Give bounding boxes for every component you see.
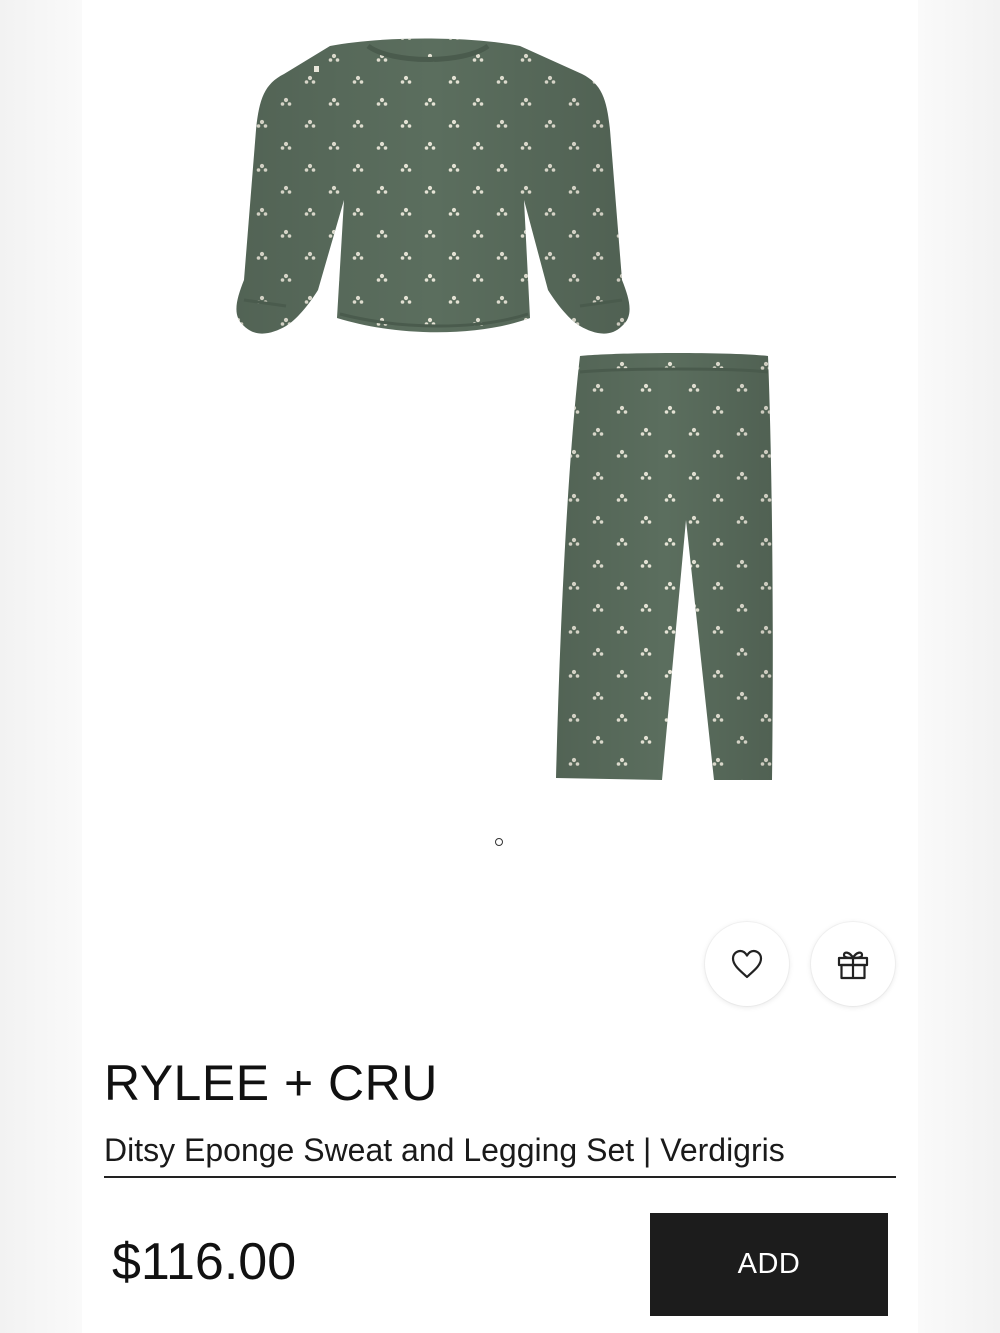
heart-icon bbox=[731, 949, 763, 979]
product-card: RYLEE + CRU Ditsy Eponge Sweat and Leggi… bbox=[82, 0, 918, 1333]
leggings-graphic bbox=[556, 353, 773, 780]
page-margin-right bbox=[918, 0, 1000, 1333]
add-to-cart-button[interactable]: ADD bbox=[650, 1213, 888, 1316]
sweatshirt-graphic bbox=[236, 38, 630, 334]
wishlist-button[interactable] bbox=[705, 922, 789, 1006]
product-name[interactable]: Ditsy Eponge Sweat and Legging Set | Ver… bbox=[104, 1128, 896, 1178]
page-margin-left bbox=[0, 0, 82, 1333]
product-brand[interactable]: RYLEE + CRU bbox=[104, 1053, 438, 1113]
product-image[interactable] bbox=[82, 0, 918, 820]
product-price: $116.00 bbox=[112, 1233, 297, 1291]
gift-icon bbox=[837, 951, 869, 980]
carousel-dot-active[interactable] bbox=[495, 838, 503, 846]
gift-button[interactable] bbox=[811, 922, 895, 1006]
